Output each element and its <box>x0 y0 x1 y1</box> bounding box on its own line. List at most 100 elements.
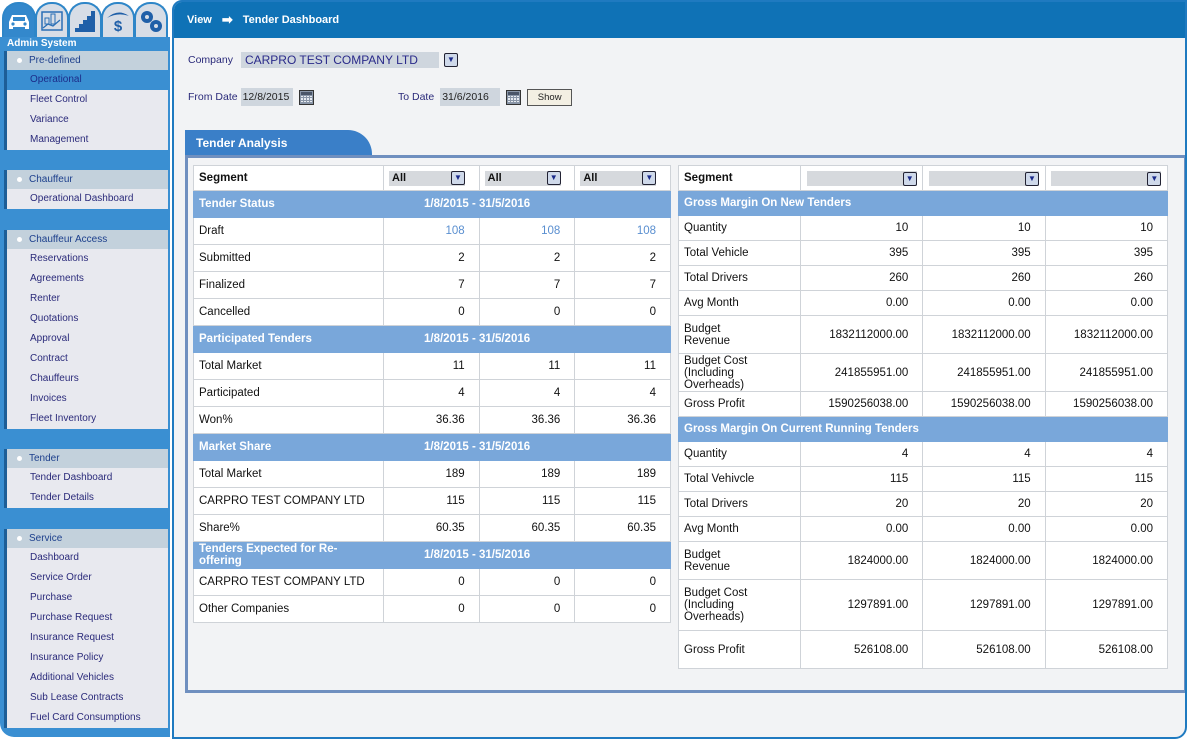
sidebar-group-header[interactable]: Tender <box>7 449 168 468</box>
row-value[interactable]: 108 <box>574 217 671 245</box>
row-value: 7 <box>478 271 576 299</box>
system-title: Admin System <box>7 38 77 49</box>
row-value: 4 <box>922 441 1046 467</box>
sidebar-item-management[interactable]: Management <box>7 130 168 150</box>
row-value: 11 <box>574 352 671 380</box>
sidebar-group-header[interactable]: Chauffeur Access <box>7 230 168 249</box>
sidebar-item-variance[interactable]: Variance <box>7 110 168 130</box>
row-label: Quantity <box>678 441 801 467</box>
tab-reports[interactable] <box>35 2 69 38</box>
sidebar-item-service-order[interactable]: Service Order <box>7 568 168 588</box>
segment-select[interactable]: ▼ <box>806 171 917 187</box>
sidebar-item-invoices[interactable]: Invoices <box>7 389 168 409</box>
row-label: Share% <box>193 514 384 542</box>
breadcrumb-root[interactable]: View <box>187 14 212 26</box>
row-value[interactable]: 108 <box>478 217 576 245</box>
calendar-icon[interactable] <box>506 89 522 105</box>
sidebar-item-contract[interactable]: Contract <box>7 349 168 369</box>
row-label: Gross Profit <box>678 391 801 417</box>
row-label: CARPRO TEST COMPANY LTD <box>193 568 384 596</box>
table-row: Budget Revenue 1824000.00 1824000.00 182400… <box>678 541 1169 580</box>
row-value: 4 <box>383 379 480 407</box>
chevron-down-icon[interactable]: ▼ <box>451 171 465 185</box>
table-row: Won% 36.36 36.36 36.36 <box>193 406 671 434</box>
sidebar-item-purchase-request[interactable]: Purchase Request <box>7 608 168 628</box>
table-row: Total Drivers 20 20 20 <box>678 491 1169 517</box>
segment-select[interactable]: ▼ <box>1051 171 1162 187</box>
arrow-right-icon: ➡ <box>221 12 233 27</box>
row-label: Budget Cost (Including Overheads) <box>678 579 801 631</box>
sidebar-item-fleet-control[interactable]: Fleet Control <box>7 90 168 110</box>
sidebar-item-reservations[interactable]: Reservations <box>7 249 168 269</box>
show-button[interactable]: Show <box>527 88 573 106</box>
row-value: 115 <box>574 487 671 515</box>
tab-settings[interactable] <box>134 2 168 38</box>
company-select[interactable]: CARPRO TEST COMPANY LTD <box>240 52 439 68</box>
sidebar-item-additional-vehicles[interactable]: Additional Vehicles <box>7 668 168 688</box>
table-row: Avg Month 0.00 0.00 0.00 <box>678 516 1169 542</box>
chevron-down-icon[interactable]: ▼ <box>902 171 917 186</box>
tab-finance[interactable]: $ <box>101 2 135 38</box>
tab-growth[interactable] <box>68 2 102 38</box>
row-value: 115 <box>799 466 924 492</box>
sidebar-item-fleet-inventory[interactable]: Fleet Inventory <box>7 409 168 429</box>
row-value: 1297891.00 <box>922 579 1046 631</box>
segment-select[interactable]: All ▼ <box>580 170 657 186</box>
segment-select[interactable]: ▼ <box>928 171 1039 187</box>
from-date-filter: From Date 12/8/2015 <box>188 88 314 106</box>
chevron-down-icon[interactable]: ▼ <box>443 53 458 67</box>
row-value: 1297891.00 <box>1044 579 1169 631</box>
row-label: Finalized <box>193 271 384 299</box>
segment-select[interactable]: All ▼ <box>389 170 465 186</box>
sidebar-group-header[interactable]: Service <box>7 529 168 548</box>
tab-vehicles[interactable] <box>2 2 36 38</box>
row-value[interactable]: 108 <box>383 217 480 245</box>
row-value: 115 <box>478 487 576 515</box>
sidebar-group-chauffeur: Chauffeur Operational Dashboard <box>4 170 168 209</box>
segment-cell: All ▼ <box>574 165 671 191</box>
sidebar-item-approval[interactable]: Approval <box>7 329 168 349</box>
sidebar-item-fuel-card-consumptions[interactable]: Fuel Card Consumptions <box>7 708 168 728</box>
table-row: Gross Profit 1590256038.00 1590256038.00 15… <box>678 391 1169 417</box>
segment-row: Segment All ▼ All ▼ All ▼ <box>193 165 671 191</box>
sidebar-group-header[interactable]: Pre-defined <box>7 51 168 70</box>
sidebar-item-quotations[interactable]: Quotations <box>7 309 168 329</box>
sidebar-item-sub-lease-contracts[interactable]: Sub Lease Contracts <box>7 688 168 708</box>
from-date-input[interactable]: 12/8/2015 <box>240 88 293 106</box>
sidebar-item-tender-dashboard[interactable]: Tender Dashboard <box>7 468 168 488</box>
sidebar-item-agreements[interactable]: Agreements <box>7 269 168 289</box>
table-row: CARPRO TEST COMPANY LTD 0 0 0 <box>193 568 671 596</box>
row-value: 36.36 <box>478 406 576 434</box>
section-header: Tender Status 1/8/2015 - 31/5/2016 <box>193 190 671 218</box>
calendar-icon[interactable] <box>298 89 314 105</box>
chevron-down-icon[interactable]: ▼ <box>1147 171 1162 186</box>
sidebar-item-tender-details[interactable]: Tender Details <box>7 488 168 508</box>
section-period: 1/8/2015 - 31/5/2016 <box>383 190 671 218</box>
sidebar-item-dashboard[interactable]: Dashboard <box>7 548 168 568</box>
tab-tender-analysis[interactable]: Tender Analysis <box>185 130 372 156</box>
segment-select[interactable]: All ▼ <box>484 170 561 186</box>
table-row: Submitted 2 2 2 <box>193 244 671 272</box>
row-label: Total Vehivcle <box>678 466 801 492</box>
row-label: Budget Cost (Including Overheads) <box>678 353 801 392</box>
sidebar-item-insurance-request[interactable]: Insurance Request <box>7 628 168 648</box>
sidebar: $ Admin System Pre-defined Operational F… <box>0 0 170 741</box>
row-value: 60.35 <box>383 514 480 542</box>
chevron-down-icon[interactable]: ▼ <box>546 171 561 185</box>
to-date-input[interactable]: 31/6/2016 <box>440 88 501 106</box>
sidebar-group-header[interactable]: Chauffeur <box>7 170 168 189</box>
sidebar-item-renter[interactable]: Renter <box>7 289 168 309</box>
sidebar-item-insurance-policy[interactable]: Insurance Policy <box>7 648 168 668</box>
row-label: Gross Profit <box>678 630 801 669</box>
sidebar-item-chauffeurs[interactable]: Chauffeurs <box>7 369 168 389</box>
row-value: 20 <box>1044 491 1169 517</box>
sidebar-item-operational[interactable]: Operational <box>7 70 168 90</box>
sidebar-item-operational-dashboard[interactable]: Operational Dashboard <box>7 189 168 209</box>
row-value: 7 <box>574 271 671 299</box>
chevron-down-icon[interactable]: ▼ <box>642 171 657 185</box>
sidebar-item-purchase[interactable]: Purchase <box>7 588 168 608</box>
chevron-down-icon[interactable]: ▼ <box>1024 171 1039 186</box>
segment-cell: ▼ <box>922 165 1046 191</box>
bullet-icon <box>17 237 22 242</box>
row-value: 0.00 <box>799 516 924 542</box>
